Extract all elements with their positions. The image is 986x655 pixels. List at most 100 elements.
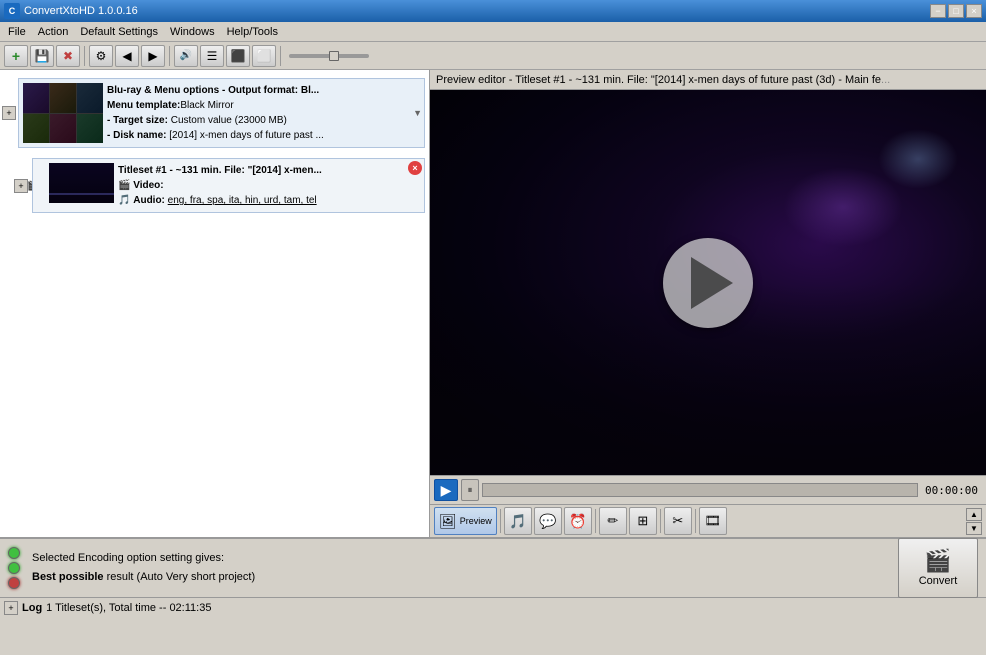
toolbar: + 💾 ✖ ⚙ ◀ ▶ 🔊 ☰ ⬛ ⬜ [0, 42, 986, 70]
tool-sep-3 [660, 509, 661, 533]
preview-header: Preview editor - Titleset #1 - ~131 min.… [430, 70, 986, 90]
status-text: Selected Encoding option setting gives: … [32, 549, 890, 586]
tool-sep-1 [500, 509, 501, 533]
log-expand-btn[interactable]: + [4, 601, 18, 615]
tool-film[interactable]: 🎞 [699, 507, 727, 535]
menu-action[interactable]: Action [32, 24, 75, 40]
project-disk-name: - Disk name: [2014] x-men days of future… [107, 128, 420, 143]
menubar: File Action Default Settings Windows Hel… [0, 22, 986, 42]
preview-header-text: Preview editor - Titleset #1 - ~131 min.… [436, 74, 881, 86]
tool-music[interactable]: 🎵 [504, 507, 532, 535]
settings-button[interactable]: ⚙ [89, 45, 113, 67]
audio-button[interactable]: 🔊 [174, 45, 198, 67]
left-panel: + Blu-ray & Menu options - Output form [0, 70, 430, 537]
titleset-expand-btn[interactable]: + [14, 179, 28, 193]
titleset-remove-button[interactable]: × [408, 161, 422, 175]
back-button[interactable]: ◀ [115, 45, 139, 67]
project-expand-btn[interactable]: + [2, 106, 16, 120]
save-button[interactable]: 💾 [30, 45, 54, 67]
log-label: Log [22, 602, 42, 614]
audio-icon: 🎵 [118, 195, 130, 206]
menu-default-settings[interactable]: Default Settings [74, 24, 164, 40]
menu-template-label: Menu template: [107, 100, 180, 111]
preview-header-more: ... [881, 74, 890, 86]
project-info: Blu-ray & Menu options - Output format: … [107, 83, 420, 143]
target-size-label: - Target size: [107, 115, 171, 126]
app-icon: C [4, 3, 20, 19]
play-button[interactable] [663, 238, 753, 328]
preview-tool-icon: 🖼 [439, 513, 457, 530]
tool-clock[interactable]: ⏰ [564, 507, 592, 535]
tool-grid[interactable]: ⊞ [629, 507, 657, 535]
menu-template-value: Black Mirror [180, 100, 233, 111]
menu-view-button[interactable]: ☰ [200, 45, 224, 67]
app-title: ConvertXtoHD 1.0.0.16 [24, 5, 930, 17]
status-light-2 [8, 562, 20, 574]
menu-windows[interactable]: Windows [164, 24, 221, 40]
titleset-title: Titleset #1 - ~131 min. File: "[2014] x-… [118, 163, 420, 178]
progress-bar[interactable] [482, 483, 918, 497]
toolbar-sep-3 [280, 46, 281, 66]
status-line-1: Selected Encoding option setting gives: [32, 549, 890, 568]
preview-tool-label: Preview [460, 516, 492, 526]
preview-right-btns: ▲ ▼ [966, 508, 982, 535]
convert-label: Convert [919, 575, 958, 587]
titleset-item: Titleset #1 - ~131 min. File: "[2014] x-… [32, 158, 425, 213]
disk-name-label: - Disk name: [107, 130, 169, 141]
tool-sep-4 [695, 509, 696, 533]
project-menu-template: Menu template:Black Mirror [107, 98, 420, 113]
convert-button[interactable]: 🎬 Convert [898, 538, 978, 598]
close-button[interactable]: × [966, 4, 982, 18]
preview-toolbar: 🖼 Preview 🎵 💬 ⏰ ✏ ⊞ ✂ 🎞 ▲ ▼ [430, 504, 986, 537]
tool-preview[interactable]: 🖼 Preview [434, 507, 497, 535]
status-bold: Best possible [32, 571, 104, 583]
play-ctrl-button[interactable]: ▶ [434, 479, 458, 501]
titleset-info: Titleset #1 - ~131 min. File: "[2014] x-… [118, 163, 420, 208]
status-rest: result (Auto Very short project) [104, 571, 256, 583]
project-thumbnail [23, 83, 103, 143]
audio-value: eng, fra, spa, ita, hin, urd, tam, tel [168, 195, 317, 206]
project-target-size: - Target size: Custom value (23000 MB) [107, 113, 420, 128]
scroll-up-btn[interactable]: ▲ [966, 508, 982, 521]
project-dropdown-arrow[interactable]: ▼ [413, 108, 422, 118]
tool-edit[interactable]: ✏ [599, 507, 627, 535]
main-layout: + Blu-ray & Menu options - Output form [0, 70, 986, 537]
scroll-down-btn[interactable]: ▼ [966, 522, 982, 535]
log-status: 1 Titleset(s), Total time -- 02:11:35 [46, 602, 211, 614]
minimize-button[interactable]: − [930, 4, 946, 18]
view-button-2[interactable]: ⬛ [226, 45, 250, 67]
maximize-button[interactable]: □ [948, 4, 964, 18]
project-title: Blu-ray & Menu options - Output format: … [107, 83, 420, 98]
menu-help-tools[interactable]: Help/Tools [221, 24, 284, 40]
toolbar-slider[interactable] [289, 54, 369, 58]
toolbar-sep-2 [169, 46, 170, 66]
convert-icon: 🎬 [924, 550, 951, 572]
pause-ctrl-button[interactable]: ⏸ [461, 479, 479, 501]
view-button-3[interactable]: ⬜ [252, 45, 276, 67]
add-button[interactable]: + [4, 45, 28, 67]
video-label: Video: [133, 180, 163, 191]
target-size-value: Custom value (23000 MB) [171, 115, 287, 126]
forward-button[interactable]: ▶ [141, 45, 165, 67]
status-light-3 [8, 577, 20, 589]
video-icon: 🎬 [118, 180, 130, 191]
project-item-wrapper: + Blu-ray & Menu options - Output form [0, 74, 429, 152]
tool-scissors[interactable]: ✂ [664, 507, 692, 535]
tool-sep-2 [595, 509, 596, 533]
menu-file[interactable]: File [2, 24, 32, 40]
remove-button[interactable]: ✖ [56, 45, 80, 67]
disk-name-value: [2014] x-men days of future past ... [169, 130, 324, 141]
titleset-video: 🎬 Video: [118, 178, 420, 193]
titlebar-buttons: − □ × [930, 4, 982, 18]
titleset-audio: 🎵 Audio: eng, fra, spa, ita, hin, urd, t… [118, 193, 420, 208]
statusbar: Selected Encoding option setting gives: … [0, 537, 986, 597]
play-triangle [691, 257, 733, 309]
logbar: + Log 1 Titleset(s), Total time -- 02:11… [0, 597, 986, 617]
titlebar: C ConvertXtoHD 1.0.0.16 − □ × [0, 0, 986, 22]
preview-controls: ▶ ⏸ 00:00:00 [430, 475, 986, 504]
tool-subtitle[interactable]: 💬 [534, 507, 562, 535]
time-display: 00:00:00 [921, 484, 982, 497]
audio-label: Audio: [133, 195, 165, 206]
toolbar-sep-1 [84, 46, 85, 66]
preview-video[interactable] [430, 90, 986, 475]
